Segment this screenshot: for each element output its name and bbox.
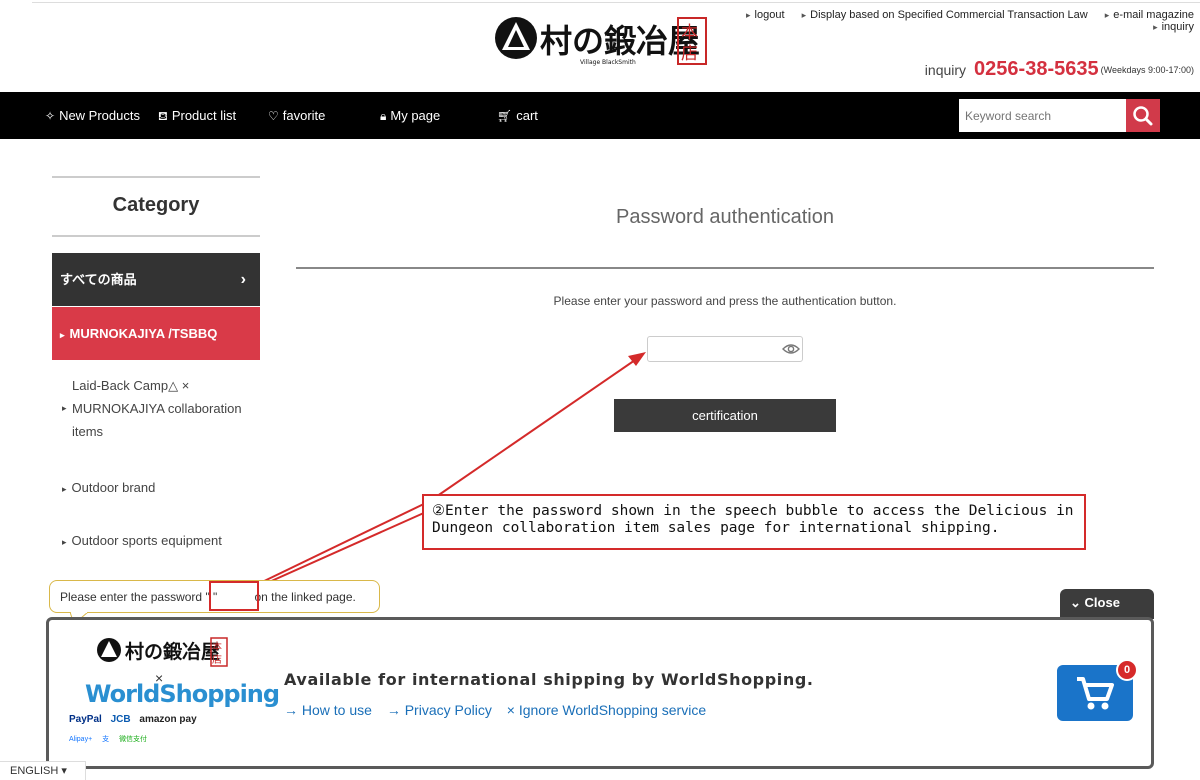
title-divider [296,267,1154,269]
category-label: すべての商品 [60,272,137,287]
keyword-search-input[interactable] [959,99,1127,132]
show-password-icon[interactable] [782,342,800,356]
chevron-right-icon: › [240,271,246,288]
heart-icon: ♡ [268,109,279,123]
worldshopping-logo: WorldShopping [85,680,280,708]
auth-instructions: Please enter your password and press the… [553,294,897,308]
nav-new-products[interactable]: ✧ New Products [45,92,140,139]
subcategory-outdoor-sports[interactable]: Outdoor sports equipment [62,529,222,554]
payment-methods: PayPal JCB amazon pay [69,714,203,725]
nav-favorite[interactable]: ♡ favorite [268,92,325,139]
nav-product-list[interactable]: ⛾ Product list [158,92,236,139]
paypal-logo: PayPal [69,714,102,725]
page-title: Password authentication [616,206,834,228]
worldshopping-links: → How to use → Privacy Policy × Ignore W… [284,702,717,718]
subcategory-laid-back-camp[interactable]: Laid-Back Camp△ × MURNOKAJIYA collaborat… [62,374,252,443]
email-magazine-link[interactable]: e-mail magazine [1105,9,1194,21]
category-murnokajiya[interactable]: MURNOKAJIYA /TSBBQ [52,307,260,360]
search-icon [1133,106,1153,126]
ignore-service-link[interactable]: × Ignore WorldShopping service [507,702,706,718]
category-label: MURNOKAJIYA /TSBBQ [69,326,218,341]
alipay-logo: Alipay+ [69,736,93,743]
category-title: Category [112,194,200,216]
password-field[interactable] [647,336,803,362]
payment-methods-asia: Alipay+ 支 微信支付 [69,734,147,744]
nav-label: New Products [59,108,140,123]
close-widget-button[interactable]: ⌄ Close [1060,589,1154,619]
nav-cart[interactable]: 🛒︎ cart [497,92,538,139]
store-logo[interactable]: 村の鍛冶屋 本 店 Village BlackSmith [492,14,708,68]
certification-button[interactable]: certification [614,399,836,432]
business-hours: (Weekdays 9:00-17:00) [1100,64,1194,75]
inquiry-label: inquiry [924,61,967,78]
how-to-use-link[interactable]: → How to use [284,702,372,718]
svg-text:村の鍛冶屋: 村の鍛冶屋 [540,22,700,60]
amazonpay-logo: amazon pay [139,714,197,725]
password-highlight-box [209,581,259,611]
chevron-down-icon: ⌄ [1070,595,1081,610]
svg-text:店: 店 [212,653,222,666]
svg-text:本: 本 [212,640,222,653]
lock-icon: 🔒︎ [380,109,387,123]
close-label: Close [1084,595,1120,610]
bag-icon: ⛾ [158,109,168,123]
nav-label: cart [516,108,538,123]
annotation-callout: ②Enter the password shown in the speech … [422,494,1086,550]
nav-my-page[interactable]: 🔒︎ My page [380,92,440,139]
category-divider-top [52,176,260,178]
svg-text:本: 本 [681,23,698,43]
phone-number[interactable]: 0256-38-5635 [974,58,1099,80]
shipping-message: Available for international shipping by … [284,670,814,689]
category-all-products[interactable]: すべての商品 › [52,253,260,306]
logout-link[interactable]: logout [746,9,785,21]
nav-label: My page [390,108,441,123]
sparkle-icon: ✧ [45,109,56,123]
inquiry-link[interactable]: inquiry [1153,21,1194,33]
subcategory-outdoor-brand[interactable]: Outdoor brand [62,476,156,501]
jcb-logo: JCB [110,714,131,725]
svg-text:村の鍛冶屋: 村の鍛冶屋 [125,640,220,663]
top-divider [32,2,1200,3]
search-button[interactable] [1126,99,1160,132]
cart-icon: 🛒︎ [497,109,513,123]
wechat-pay-logo: 微信支付 [119,736,148,743]
utility-links: logout Display based on Specified Commer… [732,9,1194,33]
nav-label: favorite [282,108,326,123]
privacy-policy-link[interactable]: → Privacy Policy [387,702,492,718]
worldshopping-widget: 村の鍛冶屋 本 店 × WorldShopping PayPal JCB ama… [46,617,1154,769]
language-selector[interactable]: ENGLISH ▾ [0,761,86,780]
svg-text:Village BlackSmith: Village BlackSmith [580,59,636,66]
store-logo-small: 村の鍛冶屋 本 店 [97,637,228,667]
commercial-law-link[interactable]: Display based on Specified Commercial Tr… [802,9,1088,21]
main-nav: ✧ New Products ⛾ Product list ♡ favorite 🔒︎… [0,92,1200,139]
svg-text:店: 店 [681,44,698,64]
subcategory-label: Laid-Back Camp△ × MURNOKAJIYA collaborat… [72,378,242,439]
bubble-text-after: on the linked page. [254,590,356,604]
inquiry-phone: inquiry 0256-38-5635 (Weekdays 9:00-17:00) [925,58,1194,81]
category-divider-bottom [52,235,260,237]
cart-count-badge: 0 [1116,659,1138,681]
alipay-cn-logo: 支 [102,736,110,743]
bubble-text-before: Please enter the password [60,590,203,604]
subcategory-label: Outdoor brand [71,480,156,495]
subcategory-label: Outdoor sports equipment [71,533,222,548]
nav-label: Product list [171,108,237,123]
